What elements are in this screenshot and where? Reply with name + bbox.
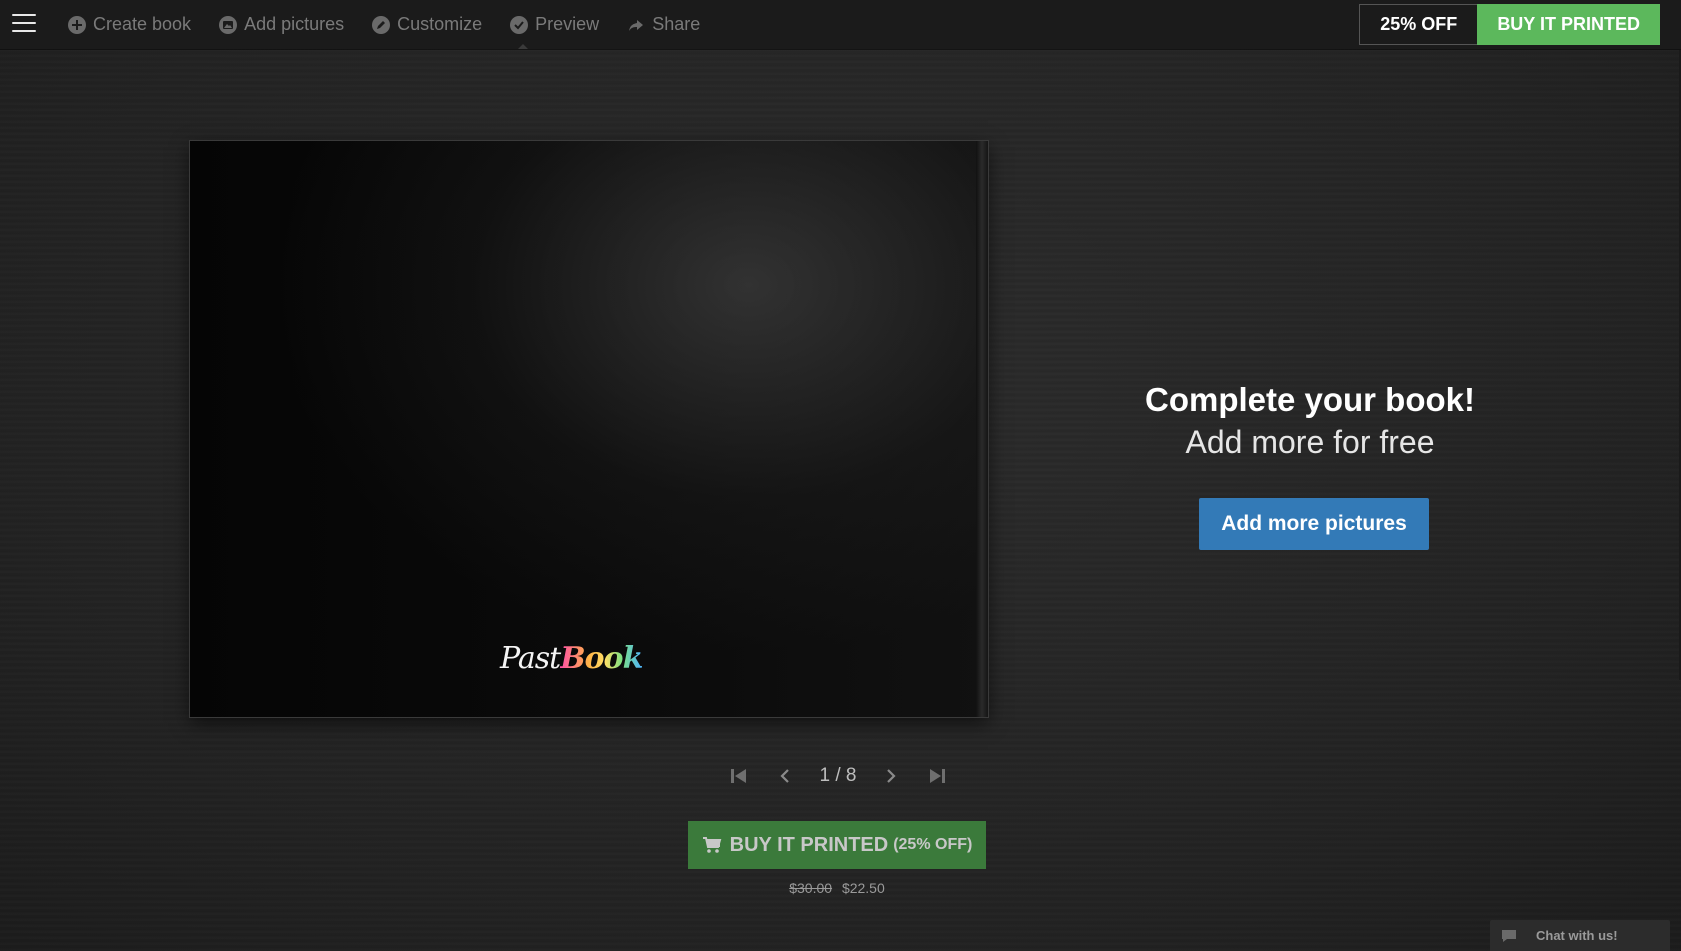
- nav-create-book[interactable]: Create book: [68, 0, 191, 49]
- picture-circle-icon: [219, 15, 238, 34]
- logo-part-past: Past: [500, 641, 561, 676]
- next-page-button[interactable]: [880, 765, 902, 787]
- check-circle-icon: [510, 15, 529, 34]
- last-page-button[interactable]: [926, 765, 948, 787]
- chat-bubble-icon: [1502, 929, 1516, 942]
- prev-page-button[interactable]: [774, 765, 796, 787]
- chevron-right-icon: [887, 769, 896, 783]
- buy-printed-bottom-button[interactable]: BUY IT PRINTED (25% OFF): [688, 821, 986, 869]
- page-indicator: 1 / 8: [820, 765, 857, 787]
- first-page-icon: [731, 769, 746, 783]
- cta-subtitle: Add more for free: [1185, 424, 1435, 460]
- promo-group: 25% OFF BUY IT PRINTED: [1359, 4, 1660, 45]
- nav-share-label: Share: [652, 14, 701, 34]
- cta-title: Complete your book!: [1144, 381, 1476, 418]
- hamburger-menu-icon[interactable]: [12, 14, 36, 34]
- nav-add-pictures[interactable]: Add pictures: [219, 0, 344, 49]
- buy-printed-button[interactable]: BUY IT PRINTED: [1477, 4, 1660, 45]
- first-page-button[interactable]: [728, 765, 750, 787]
- logo-part-book: Book: [560, 641, 643, 676]
- main-nav: Create book Add pictures Customize Previ…: [68, 0, 728, 49]
- book-preview: PastBook: [190, 141, 988, 717]
- nav-preview-label: Preview: [535, 14, 600, 34]
- buy-bottom-label: BUY IT PRINTED: [729, 833, 889, 856]
- top-bar: Create book Add pictures Customize Previ…: [0, 0, 1681, 49]
- current-page: 1: [819, 765, 831, 786]
- price-line: $30.00 $22.50: [688, 880, 986, 896]
- last-page-icon: [930, 769, 945, 783]
- nav-create-book-label: Create book: [93, 14, 192, 34]
- chat-label: Chat with us!: [1536, 928, 1618, 943]
- pastbook-logo: PastBook: [500, 641, 643, 676]
- complete-book-panel: Complete your book! Add more for free: [1120, 380, 1500, 464]
- total-pages: 8: [845, 765, 857, 786]
- nav-customize-label: Customize: [397, 14, 483, 34]
- chevron-left-icon: [780, 769, 789, 783]
- new-price: $22.50: [841, 880, 885, 896]
- old-price: $30.00: [789, 880, 833, 896]
- cart-icon: [702, 837, 721, 853]
- add-more-pictures-button[interactable]: Add more pictures: [1199, 498, 1429, 550]
- nav-share[interactable]: Share: [627, 0, 700, 49]
- pencil-circle-icon: [372, 15, 391, 34]
- buy-bottom-discount: (25% OFF): [893, 836, 973, 853]
- plus-circle-icon: [68, 15, 86, 34]
- chat-widget[interactable]: Chat with us!: [1490, 920, 1670, 951]
- nav-preview[interactable]: Preview: [510, 0, 599, 49]
- page-separator: /: [830, 765, 846, 786]
- discount-badge: 25% OFF: [1359, 4, 1478, 45]
- nav-customize[interactable]: Customize: [372, 0, 482, 49]
- page-navigator: 1 / 8: [728, 760, 948, 792]
- nav-add-pictures-label: Add pictures: [244, 14, 345, 34]
- book-spine: [976, 141, 988, 717]
- share-arrow-icon: [629, 19, 644, 31]
